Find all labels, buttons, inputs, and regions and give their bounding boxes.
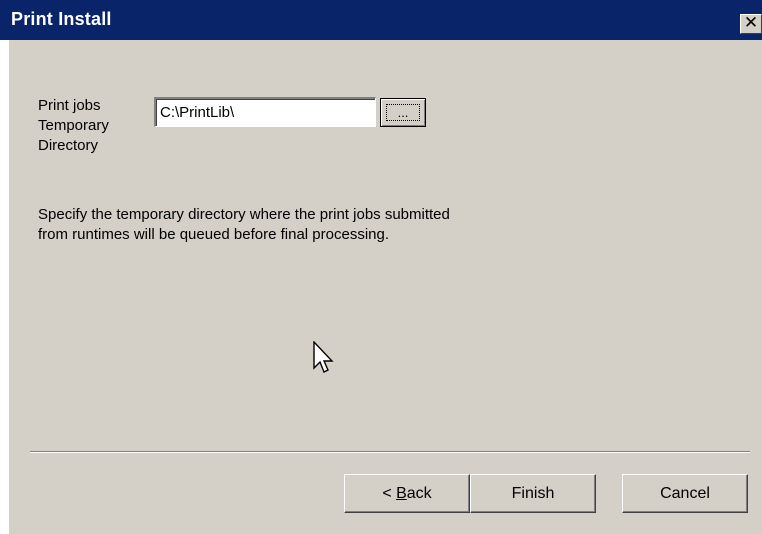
title-bar[interactable]: Print Install — [0, 0, 762, 40]
temp-directory-label: Print jobs Temporary Directory — [38, 97, 109, 154]
window-left-edge — [0, 40, 9, 534]
cancel-label: Cancel — [660, 484, 710, 502]
back-label-prefix: < — [382, 484, 397, 502]
window-title: Print Install — [11, 9, 112, 29]
back-label-mnemonic: B — [396, 484, 407, 502]
browse-button-label: ... — [397, 104, 409, 120]
browse-button[interactable]: ... — [380, 98, 426, 127]
print-install-dialog: Print Install ✕ Print jobs Temporary Dir… — [0, 0, 762, 534]
cancel-button[interactable]: Cancel — [622, 474, 748, 513]
finish-label: Finish — [511, 484, 555, 502]
back-button[interactable]: < Back — [344, 474, 470, 513]
description-text: Specify the temporary directory where th… — [38, 206, 450, 243]
close-icon: ✕ — [743, 13, 759, 33]
close-button[interactable]: ✕ — [740, 14, 762, 34]
mouse-pointer-icon — [313, 341, 334, 373]
button-separator — [30, 451, 750, 453]
finish-button[interactable]: Finish — [470, 474, 596, 513]
back-label-rest: ack — [406, 484, 432, 502]
temp-directory-input[interactable] — [154, 97, 376, 127]
